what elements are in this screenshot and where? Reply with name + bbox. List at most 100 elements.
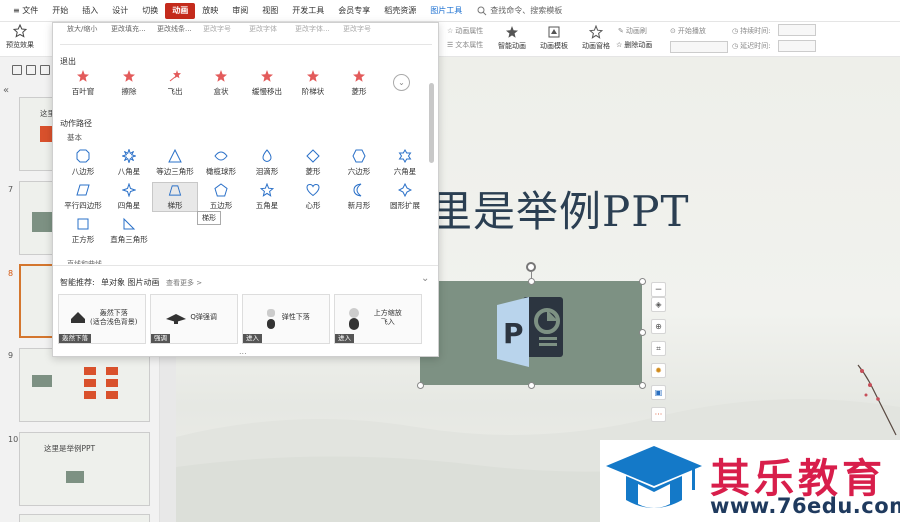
top-row-item[interactable]: 更改字号 bbox=[203, 24, 231, 34]
layers-icon[interactable]: ◈ bbox=[651, 297, 666, 312]
path-crescent[interactable]: 新月形 bbox=[336, 183, 382, 211]
delay-input[interactable] bbox=[778, 40, 816, 52]
rec-crash-down[interactable]: 轰然下落 (适合浅色背景) 轰然下落 bbox=[58, 294, 146, 344]
rec-q-bounce[interactable]: Q弹强调 强调 bbox=[150, 294, 238, 344]
slide-thumbnail-11[interactable] bbox=[19, 514, 150, 522]
menu-transition[interactable]: 切换 bbox=[135, 3, 165, 19]
top-row-item[interactable]: 更改字体 bbox=[249, 24, 277, 34]
crop-icon[interactable]: ⌗ bbox=[651, 341, 666, 356]
menu-review[interactable]: 审阅 bbox=[225, 3, 255, 19]
start-play-control[interactable]: ⊙ 开始播放 bbox=[670, 26, 706, 36]
path-square[interactable]: 正方形 bbox=[60, 217, 106, 245]
menu-docer[interactable]: 稻壳资源 bbox=[377, 3, 423, 19]
anim-props-label: 动画属性 bbox=[455, 27, 484, 35]
slide-title[interactable]: 里是举例PPT bbox=[430, 178, 690, 239]
exit-blinds[interactable]: 百叶窗 bbox=[60, 69, 106, 97]
resize-handle-e[interactable] bbox=[639, 329, 646, 336]
path-triangle[interactable]: 等边三角形 bbox=[152, 149, 198, 177]
menu-developer[interactable]: 开发工具 bbox=[285, 3, 331, 19]
see-more-link[interactable]: 查看更多 > bbox=[166, 278, 202, 288]
rec-label: 弹性下落 bbox=[281, 313, 310, 321]
delete-anim-button[interactable]: ☆ 删除动画 bbox=[616, 40, 652, 50]
path-heart[interactable]: 心形 bbox=[290, 183, 336, 211]
expand-exit-icon[interactable]: ⌄ bbox=[393, 74, 410, 91]
watermark-logo: 其乐教育 www.76edu.com bbox=[600, 440, 900, 522]
outline-view-icon[interactable] bbox=[12, 65, 22, 75]
notes-view-icon[interactable] bbox=[40, 65, 50, 75]
anim-pane-button[interactable]: 动画窗格 bbox=[582, 25, 610, 51]
menu-home[interactable]: 开始 bbox=[45, 3, 75, 19]
anim-props-button[interactable]: ☆ 动画属性 bbox=[447, 26, 483, 36]
path-circle-expand[interactable]: 圆形扩展 bbox=[382, 183, 428, 211]
six-star-path-icon bbox=[398, 149, 412, 163]
preview-button[interactable]: 预览效果 bbox=[6, 24, 34, 50]
resize-handle-s[interactable] bbox=[528, 382, 535, 389]
path-pentagon[interactable]: 五边形 bbox=[198, 183, 244, 211]
star-delete-icon: ☆ bbox=[616, 41, 623, 49]
path-five-star[interactable]: 五角星 bbox=[244, 183, 290, 211]
menu-view[interactable]: 视图 bbox=[255, 3, 285, 19]
menu-bar: ≡ 文件 开始 插入 设计 切换 动画 放映 审阅 视图 开发工具 会员专享 稻… bbox=[0, 0, 900, 22]
exit-diamond[interactable]: 菱形 bbox=[336, 69, 382, 97]
top-row-item[interactable]: 更改字体... bbox=[295, 24, 330, 34]
menu-design[interactable]: 设计 bbox=[105, 3, 135, 19]
top-row-item[interactable]: 更改字号 bbox=[343, 24, 371, 34]
collapse-chevron-icon[interactable]: ⌄ bbox=[421, 273, 429, 284]
menu-slideshow[interactable]: 放映 bbox=[195, 3, 225, 19]
resize-handle-sw[interactable] bbox=[417, 382, 424, 389]
top-row-item[interactable]: 更改填充... bbox=[111, 24, 146, 34]
exit-box[interactable]: 盒状 bbox=[198, 69, 244, 97]
resize-handle-se[interactable] bbox=[639, 382, 646, 389]
path-hexagon[interactable]: 六边形 bbox=[336, 149, 382, 177]
anim-label: 阶梯状 bbox=[301, 87, 325, 96]
start-play-select[interactable] bbox=[670, 41, 728, 53]
rotate-handle[interactable] bbox=[526, 262, 536, 272]
path-six-star[interactable]: 六角星 bbox=[382, 149, 428, 177]
path-octagon[interactable]: 八边形 bbox=[60, 149, 106, 177]
anim-template-button[interactable]: 动画模板 bbox=[540, 25, 568, 51]
anim-label: 八角星 bbox=[117, 167, 141, 176]
path-parallelogram[interactable]: 平行四边形 bbox=[60, 183, 106, 211]
picture-effect-icon[interactable]: ▣ bbox=[651, 385, 666, 400]
path-four-star[interactable]: 四角星 bbox=[106, 183, 152, 211]
popup-scrollbar[interactable] bbox=[429, 83, 434, 163]
selected-picture[interactable]: P bbox=[420, 281, 642, 385]
path-eight-star[interactable]: 八角星 bbox=[106, 149, 152, 177]
path-trapezoid[interactable]: 梯形 bbox=[152, 182, 198, 212]
slide-view-icon[interactable] bbox=[26, 65, 36, 75]
resize-handle-n[interactable] bbox=[528, 278, 535, 285]
path-teardrop[interactable]: 泪滴形 bbox=[244, 149, 290, 177]
zoom-in-icon[interactable]: ⊕ bbox=[651, 319, 666, 334]
resize-handle-ne[interactable] bbox=[639, 278, 646, 285]
exit-stairs[interactable]: 阶梯状 bbox=[290, 69, 336, 97]
top-row-item[interactable]: 更改线条... bbox=[157, 24, 192, 34]
path-diamond[interactable]: 菱形 bbox=[290, 149, 336, 177]
collapse-panel-icon[interactable]: « bbox=[3, 85, 9, 96]
duration-input[interactable] bbox=[778, 24, 816, 36]
top-row-item[interactable]: 放大/缩小 bbox=[67, 24, 97, 34]
command-search[interactable]: 查找命令、搜索模板 bbox=[477, 5, 562, 16]
slide-thumbnail-10[interactable]: 这里是举例PPT bbox=[19, 432, 150, 506]
resize-grip-icon[interactable]: ... bbox=[239, 347, 247, 356]
zoom-out-icon[interactable]: − bbox=[651, 282, 666, 297]
exit-slow-out[interactable]: 缓慢移出 bbox=[244, 69, 290, 97]
text-props-button[interactable]: ☰ 文本属性 bbox=[447, 40, 483, 50]
smart-anim-button[interactable]: 智能动画 bbox=[498, 25, 526, 51]
menu-insert[interactable]: 插入 bbox=[75, 3, 105, 19]
anim-brush-button[interactable]: ✎ 动画刷 bbox=[618, 26, 647, 36]
path-football[interactable]: 橄榄球形 bbox=[198, 149, 244, 177]
more-options-icon[interactable]: ··· bbox=[651, 407, 666, 422]
rec-top-zoom-fly[interactable]: 上方缩放 飞入 进入 bbox=[334, 294, 422, 344]
menu-animation[interactable]: 动画 bbox=[165, 2, 196, 19]
exit-wipe[interactable]: 擦除 bbox=[106, 69, 152, 97]
menu-member[interactable]: 会员专享 bbox=[331, 3, 377, 19]
exit-fly-out[interactable]: 飞出 bbox=[152, 69, 198, 97]
smart-bulb-icon[interactable]: ✹ bbox=[651, 363, 666, 378]
teardrop-path-icon bbox=[262, 149, 272, 162]
rec-elastic-drop[interactable]: 弹性下落 进入 bbox=[242, 294, 330, 344]
menu-file[interactable]: ≡ 文件 bbox=[6, 3, 45, 19]
parallelogram-path-icon bbox=[76, 184, 90, 196]
slide-thumbnail-9[interactable] bbox=[19, 348, 150, 422]
path-right-triangle[interactable]: 直角三角形 bbox=[106, 217, 152, 245]
menu-picture-tools[interactable]: 图片工具 bbox=[423, 3, 469, 19]
